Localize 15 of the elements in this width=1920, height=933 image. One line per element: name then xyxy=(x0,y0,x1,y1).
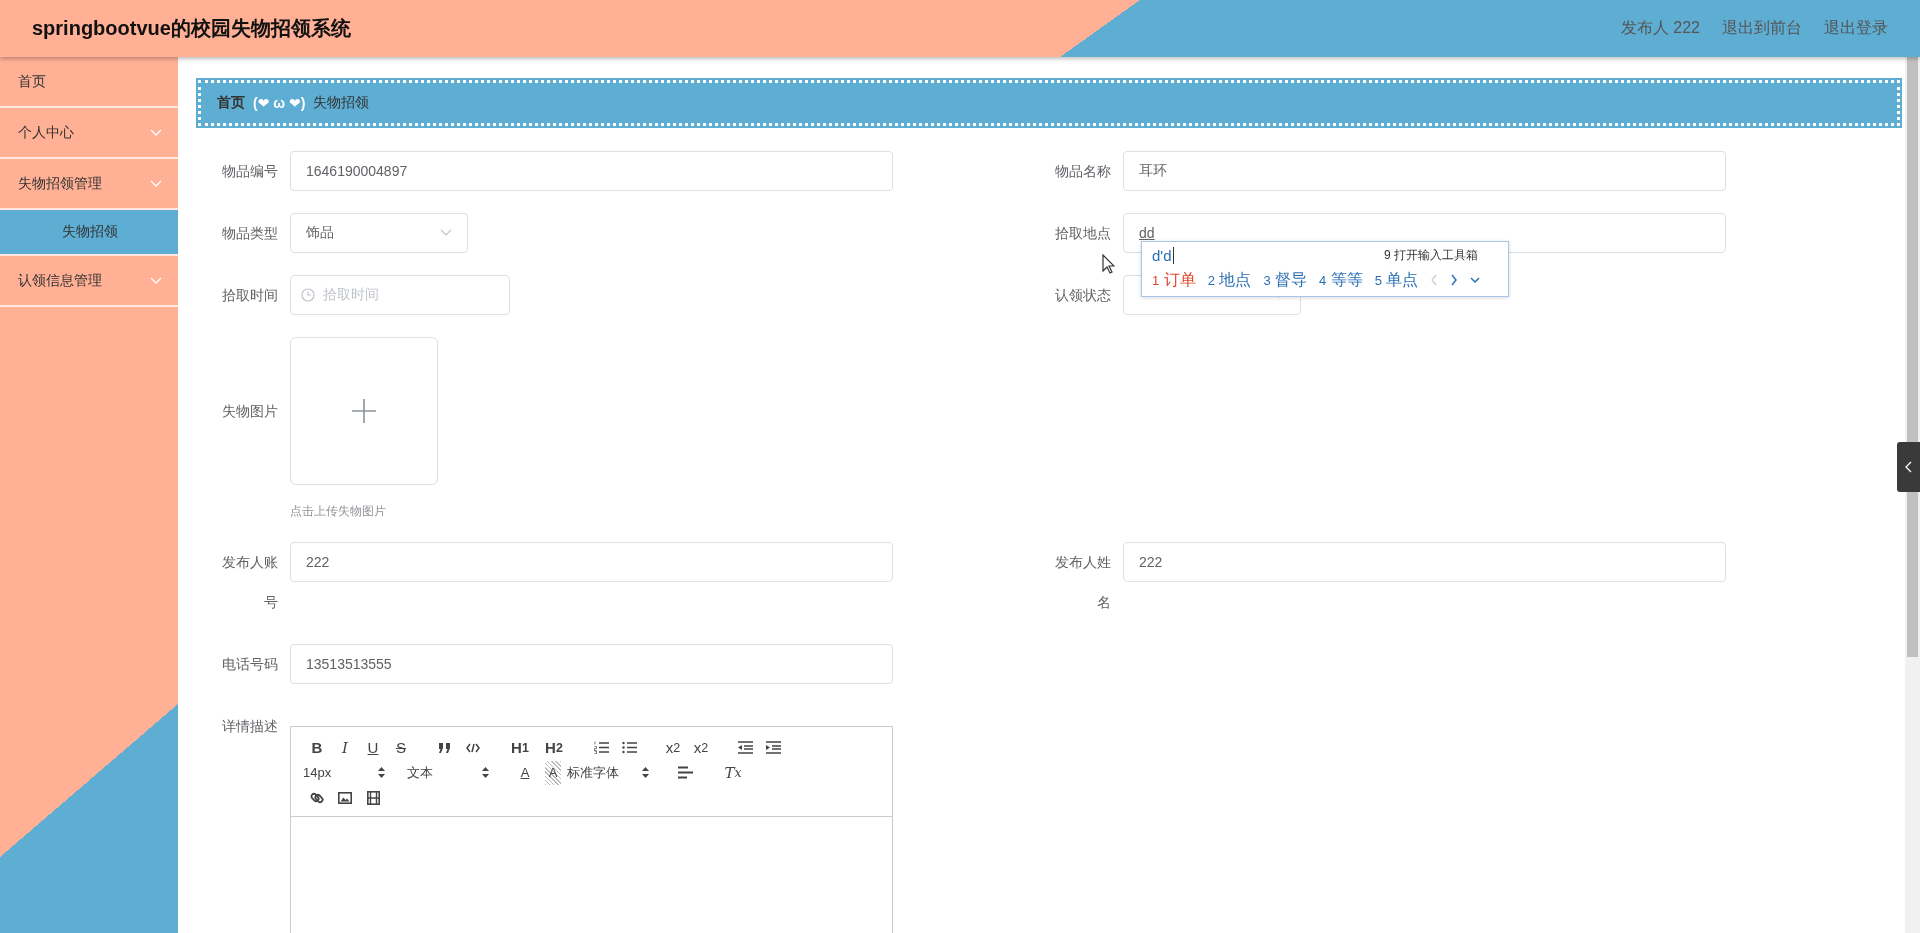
field-label: 物品名称 xyxy=(1054,162,1112,181)
field-label: 认领状态 xyxy=(1054,286,1112,305)
breadcrumb-separator: (❤ ω ❤) xyxy=(253,95,306,111)
field-label: 失物图片 xyxy=(221,402,279,421)
app-title: springbootvue的校园失物招领系统 xyxy=(32,16,351,41)
field-label: 拾取时间 xyxy=(221,286,279,305)
field-label: 详情描述 xyxy=(221,717,279,736)
field-label: 拾取地点 xyxy=(1054,224,1112,243)
field-label: 电话号码 xyxy=(221,655,279,674)
upload-hint: 点击上传失物图片 xyxy=(290,503,387,520)
field-label: 发布人姓名 xyxy=(1054,553,1112,612)
field-label: 物品编号 xyxy=(221,162,279,181)
field-label: 发布人账号 xyxy=(221,553,279,612)
field-label: 物品类型 xyxy=(221,224,279,243)
ime-composition: d'd xyxy=(1152,246,1174,264)
